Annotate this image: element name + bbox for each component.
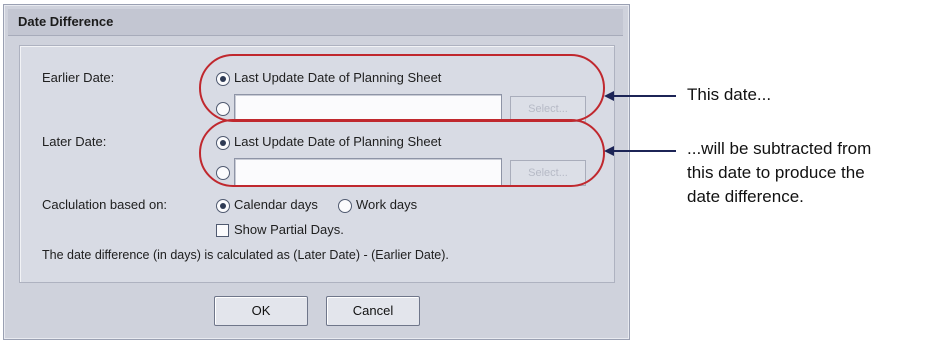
later-date-highlight-ellipse xyxy=(199,119,605,187)
annotation-subtract-line: date difference. xyxy=(687,187,804,206)
arrow-to-earlier-date xyxy=(604,91,676,101)
annotation-this-date: This date... xyxy=(687,85,772,104)
annotation-subtract-line: ...will be subtracted from xyxy=(687,139,872,158)
arrow-to-later-date xyxy=(604,146,676,156)
earlier-date-highlight-ellipse xyxy=(199,54,605,122)
annotation-subtract: ...will be subtracted from this date to … xyxy=(687,137,871,209)
annotation-subtract-line: this date to produce the xyxy=(687,163,865,182)
